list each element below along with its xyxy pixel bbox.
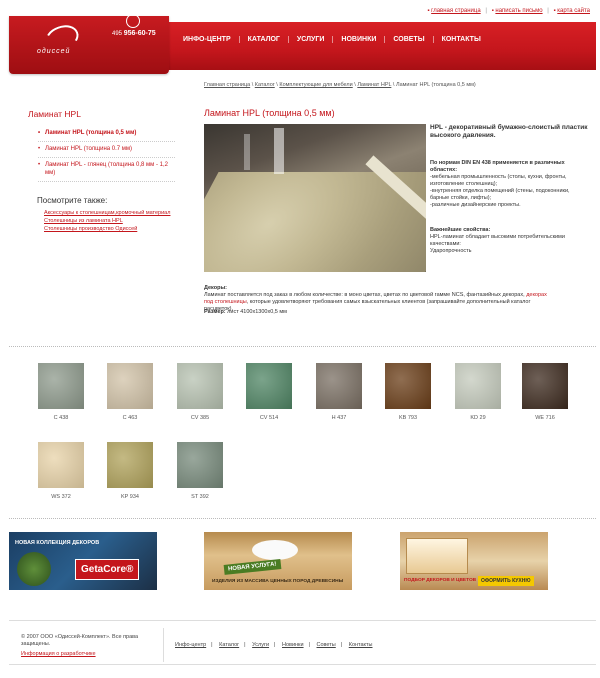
developer-link[interactable]: Информация о разработчике: [21, 651, 96, 657]
swatch-tile[interactable]: [107, 442, 153, 488]
swatch[interactable]: CV 514: [246, 363, 292, 421]
swatch-code: WS 372: [51, 494, 71, 500]
property-item: Ударопрочность: [430, 248, 472, 254]
getacore-logo: GetaCore®: [75, 559, 140, 580]
footer-nav: Инфо-центр | Каталог | Услуги | Новинки | Со…: [175, 642, 373, 648]
size-info: Размер: лист 4100х1300х0,5 мм: [204, 309, 287, 315]
area-item: -мебельная промышленность (столы, кухни,…: [430, 174, 567, 187]
sidebar-item[interactable]: Ламинат HPL (толщина 0,5 мм): [38, 126, 175, 142]
top-links: ▪ главная страница | ▪ написать письмо |…: [427, 8, 590, 14]
breadcrumb: Главная страница \ Каталог \ Комплектующ…: [204, 82, 476, 88]
swatch[interactable]: ST 392: [177, 442, 223, 500]
logo[interactable]: одиссей: [9, 16, 169, 74]
sidebar-item[interactable]: Ламинат HPL - глянец (толщина 0,8 мм - 1…: [38, 158, 175, 182]
swatch-code: KP 934: [121, 494, 139, 500]
swatch-code: WE 716: [535, 415, 555, 421]
swatch-tile[interactable]: [177, 442, 223, 488]
swatch-tile[interactable]: [385, 363, 431, 409]
breadcrumb-link[interactable]: Комплектующие для мебели: [279, 82, 352, 88]
swatch[interactable]: KB 793: [385, 363, 431, 421]
swatch-tile[interactable]: [316, 363, 362, 409]
nav-contacts[interactable]: КОНТАКТЫ: [434, 36, 489, 43]
banner-getacore[interactable]: НОВАЯ КОЛЛЕКЦИЯ ДЕКОРОВ GetaCore®: [9, 532, 157, 590]
footer-nav-item[interactable]: Новинки: [282, 642, 304, 648]
breadcrumb-current: Ламинат HPL (толщина 0,5 мм): [395, 82, 476, 88]
swatch-tile[interactable]: [246, 363, 292, 409]
footer-nav-item[interactable]: Услуги: [252, 642, 269, 648]
nav-services[interactable]: УСЛУГИ: [289, 36, 334, 43]
decors-title: Декоры:: [204, 285, 227, 291]
see-also-link[interactable]: Столешницы из ламината HPL: [44, 217, 170, 225]
nav-catalog[interactable]: КАТАЛОГ: [240, 36, 289, 43]
swatch[interactable]: WS 372: [38, 442, 84, 500]
footer-nav-item[interactable]: Контакты: [349, 642, 373, 648]
swatch-code: C 438: [53, 415, 69, 421]
see-also-title: Посмотрите также:: [37, 196, 108, 205]
footer-nav-item[interactable]: Инфо-центр: [175, 642, 206, 648]
logo-text: одиссей: [37, 48, 71, 55]
see-also-link[interactable]: Столешницы производство Одиссей: [44, 225, 170, 233]
swatch-code: KD 29: [470, 415, 486, 421]
page-title: Ламинат HPL (толщина 0,5 мм): [204, 108, 335, 118]
divider: [9, 620, 596, 621]
swatch[interactable]: C 438: [38, 363, 84, 421]
swatch[interactable]: KP 934: [107, 442, 153, 500]
swatch-tile[interactable]: [107, 363, 153, 409]
see-also-link[interactable]: Аксессуары к столешницам,кромочный матер…: [44, 209, 170, 217]
breadcrumb-link[interactable]: Главная страница: [204, 82, 250, 88]
swatch[interactable]: WE 716: [522, 363, 568, 421]
product-image: [204, 124, 426, 272]
nav-info-center[interactable]: ИНФО-ЦЕНТР: [175, 36, 240, 43]
write-letter-link[interactable]: написать письмо: [495, 8, 542, 14]
main-nav: ИНФО-ЦЕНТР КАТАЛОГ УСЛУГИ НОВИНКИ СОВЕТЫ…: [175, 36, 489, 43]
breadcrumb-link[interactable]: Каталог: [255, 82, 275, 88]
swatch[interactable]: KD 29: [455, 363, 501, 421]
nav-news[interactable]: НОВИНКИ: [333, 36, 386, 43]
footer-nav-item[interactable]: Советы: [317, 642, 336, 648]
areas-title: По нормам DIN EN 438 применяется в разли…: [430, 160, 565, 173]
footer-nav-item[interactable]: Каталог: [219, 642, 239, 648]
swatch-tile[interactable]: [38, 363, 84, 409]
swatch-tile[interactable]: [38, 442, 84, 488]
area-item: -внутренняя отделка помещений (стены, по…: [430, 188, 570, 201]
home-link[interactable]: главная страница: [431, 8, 481, 14]
properties-title: Важнейшие свойства:: [430, 227, 491, 233]
banner-new-service[interactable]: НОВАЯ УСЛУГА! ИЗДЕЛИЯ ИЗ МАССИВА ЦЕННЫХ …: [204, 532, 352, 590]
sidebar-title: Ламинат HPL: [28, 109, 81, 119]
divider: [9, 346, 596, 347]
swatch-code: H 437: [331, 415, 347, 421]
swatch[interactable]: C 463: [107, 363, 153, 421]
swatch-code: CV 514: [259, 415, 279, 421]
swatch-code: ST 392: [191, 494, 209, 500]
property-item: HPL-ламинат обладает высокими потребител…: [430, 234, 565, 247]
swatch-tile[interactable]: [522, 363, 568, 409]
swatch[interactable]: H 437: [316, 363, 362, 421]
swatch[interactable]: CV 385: [177, 363, 223, 421]
phone-number: 495 956-60-75: [112, 30, 156, 37]
swatch-tile[interactable]: [455, 363, 501, 409]
sidebar-list: Ламинат HPL (толщина 0,5 мм) Ламинат HPL…: [38, 126, 175, 182]
nav-tips[interactable]: СОВЕТЫ: [385, 36, 434, 43]
swatch-tile[interactable]: [177, 363, 223, 409]
banner-kitchen[interactable]: ПОДБОР ДЕКОРОВ И ЦВЕТОВ ОФОРМИТЬ КУХНЮ: [400, 532, 548, 590]
breadcrumb-link[interactable]: Ламинат HPL: [357, 82, 391, 88]
swatch-code: KB 793: [398, 415, 418, 421]
sidebar-item[interactable]: Ламинат HPL (толщина 0.7 мм): [38, 142, 175, 158]
copyright: © 2007 ООО «Одиссей-Комплект». Все права…: [21, 634, 139, 647]
sitemap-link[interactable]: карта сайта: [557, 8, 590, 14]
phone-icon: [126, 14, 140, 28]
divider: [9, 518, 596, 519]
see-also-list: Аксессуары к столешницам,кромочный матер…: [44, 209, 170, 233]
swatch-code: CV 385: [190, 415, 210, 421]
product-description: HPL - декоративный бумажно-слоистый плас…: [430, 124, 590, 261]
swatch-code: C 463: [122, 415, 138, 421]
description-heading: HPL - декоративный бумажно-слоистый плас…: [430, 124, 588, 139]
area-item: -различные дизайнерские проекты.: [430, 202, 521, 208]
